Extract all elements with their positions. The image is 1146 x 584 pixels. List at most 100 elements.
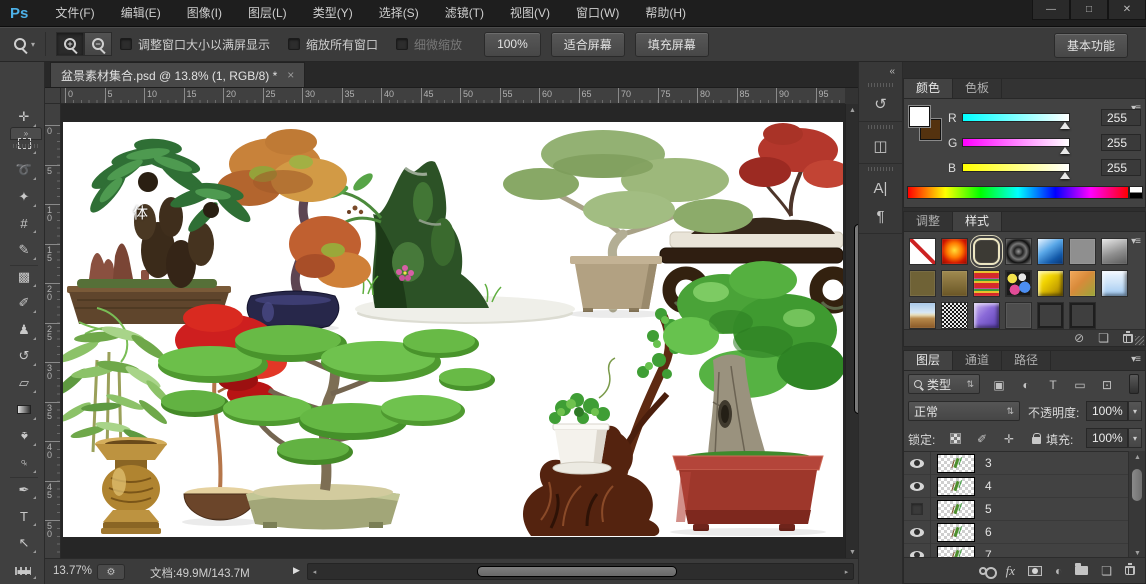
healing-brush-tool[interactable]: ▩ xyxy=(10,265,38,289)
clone-stamp-tool[interactable]: ♟ xyxy=(10,318,38,342)
style-swatch-16[interactable] xyxy=(941,302,968,329)
collapse-dock-icon[interactable]: « xyxy=(889,66,895,77)
menu-item-1[interactable]: 编辑(E) xyxy=(108,0,174,26)
canvas-horizontal-scrollbar[interactable]: ◂ ▸ xyxy=(307,563,854,580)
group-grip[interactable] xyxy=(868,83,894,87)
menu-item-4[interactable]: 类型(Y) xyxy=(300,0,366,26)
layer-row[interactable]: 5 xyxy=(904,498,1130,521)
menu-item-5[interactable]: 选择(S) xyxy=(366,0,432,26)
eye-icon[interactable] xyxy=(910,459,924,468)
checkbox-icon[interactable] xyxy=(288,38,300,50)
lock-position-icon[interactable]: ✛ xyxy=(1000,430,1018,447)
style-swatch-4[interactable] xyxy=(1005,238,1032,265)
shape-tool[interactable]: ▬ xyxy=(10,557,38,581)
history-brush-tool[interactable]: ↺ xyxy=(10,344,38,368)
lock-transparency-icon[interactable] xyxy=(946,430,964,447)
status-menu-arrow-icon[interactable]: ▶ xyxy=(293,565,300,576)
status-document-info[interactable]: 文档:49.9M/143.7M xyxy=(150,565,250,581)
style-swatch-12[interactable] xyxy=(1037,270,1064,297)
zoom-in-button[interactable]: + xyxy=(56,32,84,56)
new-group-icon[interactable] xyxy=(1075,566,1088,575)
layer-row[interactable]: 6 xyxy=(904,521,1130,544)
lock-all-icon[interactable] xyxy=(1027,430,1045,447)
filter-shape-layers-icon[interactable]: ▭ xyxy=(1071,376,1089,393)
new-layer-icon[interactable]: ❏ xyxy=(1101,564,1112,578)
opacity-dropdown-arrow[interactable]: ▾ xyxy=(1128,401,1142,421)
style-swatch-9[interactable] xyxy=(941,270,968,297)
brush-tool[interactable]: ✐ xyxy=(10,291,38,315)
delete-layer-icon[interactable] xyxy=(1125,566,1135,575)
layer-row[interactable]: 3 xyxy=(904,452,1130,475)
panel-menu-icon[interactable]: ▾≡ xyxy=(1131,354,1140,365)
paragraph-panel-icon[interactable]: ¶ xyxy=(868,205,894,227)
chevron-down-icon[interactable]: ▾ xyxy=(31,40,35,49)
character-panel-icon[interactable]: A| xyxy=(868,177,894,199)
style-swatch-18[interactable] xyxy=(1005,302,1032,329)
layer-name[interactable]: 3 xyxy=(985,456,992,470)
maximize-button[interactable]: □ xyxy=(1070,0,1108,20)
status-gear-icon[interactable]: ⚙ xyxy=(97,564,125,580)
close-tab-icon[interactable]: × xyxy=(287,68,294,82)
delete-style-icon[interactable] xyxy=(1123,334,1133,343)
3d-panel-icon[interactable]: ◫ xyxy=(868,135,894,157)
path-selection-tool[interactable]: ↖ xyxy=(10,531,38,555)
eyedropper-tool[interactable]: ✎ xyxy=(10,238,38,262)
lock-image-icon[interactable]: ✐ xyxy=(973,430,991,447)
layer-row[interactable]: 4 xyxy=(904,475,1130,498)
eye-icon[interactable] xyxy=(910,482,924,491)
checkbox-icon[interactable] xyxy=(396,38,408,50)
layer-effects-icon[interactable]: fx xyxy=(1006,563,1015,579)
layer-thumbnail[interactable] xyxy=(937,500,975,519)
document-canvas[interactable]: 体 xyxy=(63,122,843,537)
menu-item-7[interactable]: 视图(V) xyxy=(497,0,563,26)
eye-icon[interactable] xyxy=(910,528,924,537)
layer-thumbnail[interactable] xyxy=(937,477,975,496)
color-tab-色板[interactable]: 色板 xyxy=(953,79,1002,98)
new-style-icon[interactable]: ❏ xyxy=(1098,331,1109,345)
lasso-tool[interactable]: ➰ xyxy=(10,158,38,182)
style-swatch-17[interactable] xyxy=(973,302,1000,329)
layers-tab-通道[interactable]: 通道 xyxy=(953,351,1002,370)
channel-value[interactable]: 255 xyxy=(1101,109,1141,126)
style-swatch-7[interactable] xyxy=(1101,238,1128,265)
menu-item-8[interactable]: 窗口(W) xyxy=(563,0,632,26)
ruler-corner[interactable] xyxy=(45,88,61,104)
style-swatch-8[interactable] xyxy=(909,270,936,297)
style-swatch-1[interactable] xyxy=(909,238,936,265)
style-swatch-6[interactable] xyxy=(1069,238,1096,265)
scroll-right-icon[interactable]: ▸ xyxy=(840,564,853,579)
channel-slider[interactable] xyxy=(962,138,1070,147)
channel-slider[interactable] xyxy=(962,113,1070,122)
layer-visibility-cell[interactable] xyxy=(904,452,931,475)
style-swatch-13[interactable] xyxy=(1069,270,1096,297)
menu-item-0[interactable]: 文件(F) xyxy=(42,0,107,26)
clear-style-icon[interactable]: ⊘ xyxy=(1074,331,1084,345)
style-swatch-11[interactable] xyxy=(1005,270,1032,297)
color-spectrum-ramp[interactable] xyxy=(907,186,1129,199)
gradient-tool[interactable] xyxy=(10,398,38,422)
option-checkbox-2[interactable]: 细微缩放 xyxy=(396,36,462,53)
view-button-0[interactable]: 100% xyxy=(484,32,541,57)
layer-thumbnail[interactable] xyxy=(937,454,975,473)
option-checkbox-1[interactable]: 缩放所有窗口 xyxy=(288,36,378,53)
scroll-left-icon[interactable]: ◂ xyxy=(308,564,321,579)
status-zoom-level[interactable]: 13.77% xyxy=(53,565,92,577)
channel-value[interactable]: 255 xyxy=(1101,159,1141,176)
layer-name[interactable]: 6 xyxy=(985,525,992,539)
eraser-tool[interactable]: ▱ xyxy=(10,371,38,395)
menu-item-3[interactable]: 图层(L) xyxy=(235,0,300,26)
channel-slider[interactable] xyxy=(962,163,1070,172)
fill-value[interactable]: 100% xyxy=(1086,428,1128,448)
style-swatch-10[interactable] xyxy=(973,270,1000,297)
scroll-up-icon[interactable]: ▲ xyxy=(1129,451,1146,463)
layers-tab-图层[interactable]: 图层 xyxy=(904,351,953,370)
slider-thumb-icon[interactable] xyxy=(1060,147,1070,154)
horizontal-ruler[interactable]: 05101520253035404550556065707580859095 xyxy=(61,88,845,104)
style-swatch-20[interactable] xyxy=(1069,302,1096,329)
filter-adjustment-layers-icon[interactable]: ◐ xyxy=(1017,376,1035,393)
menu-item-2[interactable]: 图像(I) xyxy=(174,0,235,26)
workspace-switcher-button[interactable]: 基本功能 xyxy=(1054,33,1128,58)
filter-type-layers-icon[interactable]: T xyxy=(1044,376,1062,393)
type-tool[interactable]: T xyxy=(10,504,38,528)
zoom-out-button[interactable]: − xyxy=(84,32,112,56)
